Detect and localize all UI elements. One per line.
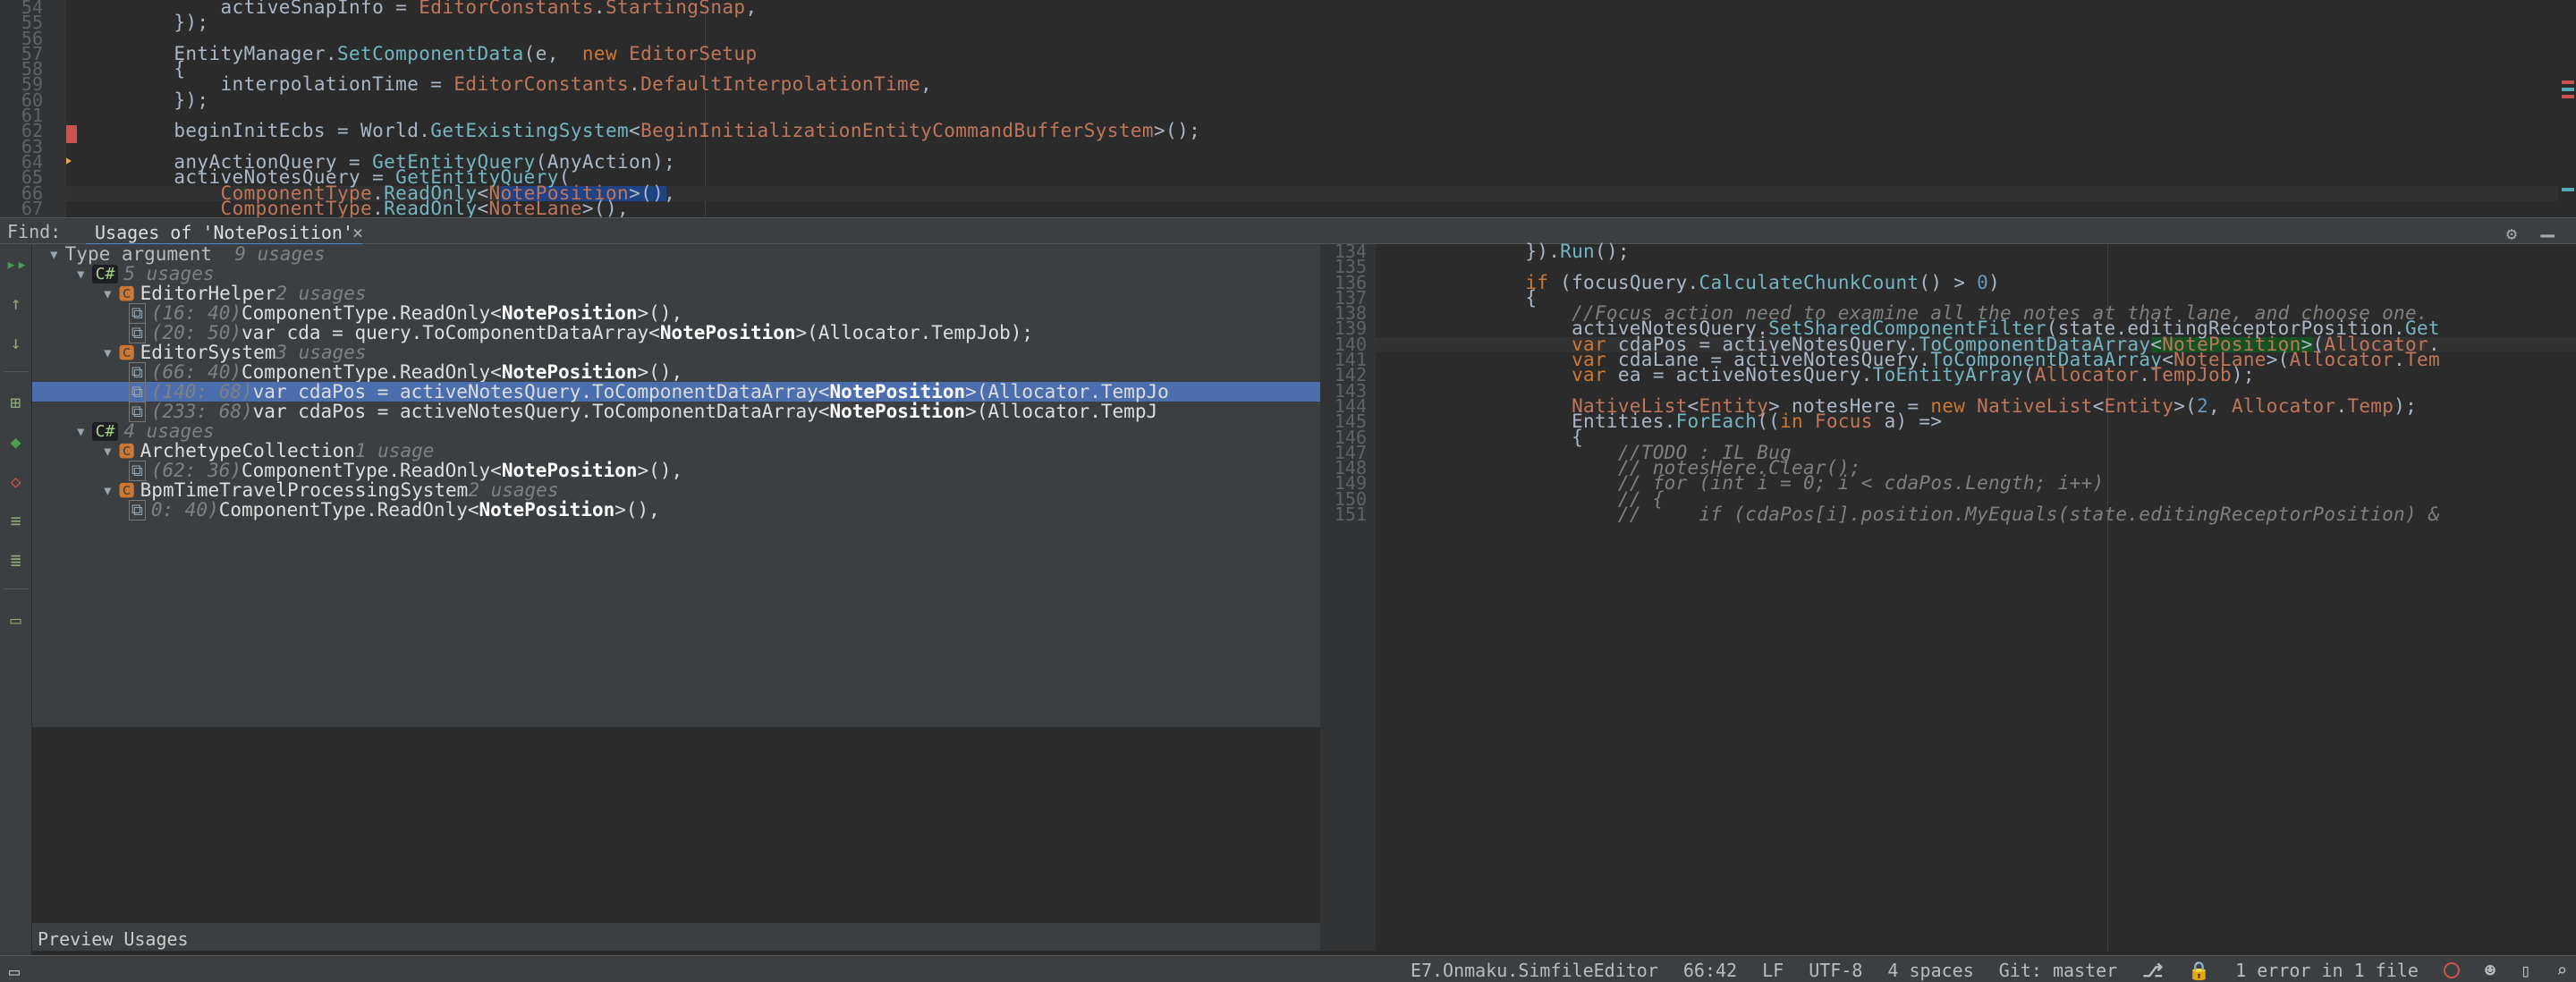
preview-bar: Preview Usages <box>32 922 1320 951</box>
expand-icon[interactable]: ≡ <box>6 510 26 529</box>
filter-icon[interactable]: ◆ <box>6 431 26 451</box>
line-gutter[interactable]: 5455565758596061626364656667 <box>0 0 66 217</box>
tree-usage[interactable]: ⧉ (20: 50) var cda = query.ToComponentDa… <box>32 323 1320 343</box>
tree-class[interactable]: ▾🅲BpmTimeTravelProcessingSystem 2 usages <box>32 480 1320 500</box>
status-eol[interactable]: LF <box>1762 960 1784 981</box>
error-stripe[interactable] <box>2558 0 2576 217</box>
tree-usage[interactable]: ⧉ (62: 36) ComponentType.ReadOnly<NotePo… <box>32 461 1320 480</box>
status-errors[interactable]: 1 error in 1 file <box>2235 960 2419 981</box>
status-indent[interactable]: 4 spaces <box>1887 960 1973 981</box>
pin-icon[interactable]: ◇ <box>6 470 26 490</box>
arrow-up-icon[interactable]: ↑ <box>6 292 26 312</box>
status-caret-pos[interactable]: 66:42 <box>1683 960 1737 981</box>
lock-icon[interactable]: 🔒 <box>2188 960 2210 981</box>
arrow-down-icon[interactable]: ↓ <box>6 332 26 351</box>
memory-icon[interactable]: ▯ <box>2521 960 2531 981</box>
tree-usage[interactable]: ⧉ (140: 68) var cdaPos = activeNotesQuer… <box>32 382 1320 402</box>
status-bar: ▭ E7.Onmaku.SimfileEditor 66:42 LF UTF-8… <box>0 955 2576 982</box>
tree-usage[interactable]: ⧉ (66: 40) ComponentType.ReadOnly<NotePo… <box>32 362 1320 382</box>
code-area[interactable]: }).Run(); if (focusQuery.CalculateChunkC… <box>1386 244 2576 951</box>
tree-namespace[interactable]: ▾C# 4 usages <box>32 421 1320 441</box>
usages-toolbar: ▸▸ ↑ ↓ ⊞ ◆ ◇ ≡ ≣ ▭ <box>0 244 32 956</box>
rerun-icon[interactable]: ▸▸ <box>6 253 26 273</box>
status-git[interactable]: Git: master <box>1999 960 2117 981</box>
tree-class[interactable]: ▾🅲EditorSystem 3 usages <box>32 343 1320 362</box>
collapse-icon[interactable]: ≣ <box>6 549 26 569</box>
tree-namespace[interactable]: ▾C# 5 usages <box>32 264 1320 284</box>
preview-icon[interactable]: ▭ <box>6 609 26 629</box>
find-tab[interactable]: Usages of 'NotePosition' <box>86 218 362 245</box>
search-icon[interactable]: ⌕ <box>2556 960 2567 981</box>
tree-class[interactable]: ▾🅲ArchetypeCollection 1 usage <box>32 441 1320 461</box>
find-tool-header: Find: Usages of 'NotePosition' × ⚙ — <box>0 217 2576 244</box>
vcs-icon[interactable]: ⎇ <box>2142 960 2163 981</box>
find-label: Find: <box>7 221 61 242</box>
window-icon[interactable]: ▭ <box>9 961 20 982</box>
error-icon[interactable] <box>2444 962 2460 978</box>
line-gutter[interactable]: 1341351361371381391401411421431441451461… <box>1320 244 1376 951</box>
main-editor[interactable]: 5455565758596061626364656667 activeSnapI… <box>0 0 2576 217</box>
separator <box>4 588 29 589</box>
close-icon[interactable]: × <box>352 222 363 243</box>
tree-usage[interactable]: ⧉ (233: 68) var cdaPos = activeNotesQuer… <box>32 402 1320 421</box>
hector-icon[interactable]: ☻ <box>2485 960 2496 981</box>
tree-class[interactable]: ▾🅲EditorHelper 2 usages <box>32 284 1320 303</box>
tree-usage[interactable]: ⧉ 0: 40) ComponentType.ReadOnly<NotePosi… <box>32 500 1320 520</box>
usages-tree[interactable]: ▾Type argument 9 usages▾C# 5 usages▾🅲Edi… <box>32 244 1320 727</box>
status-encoding[interactable]: UTF-8 <box>1809 960 1862 981</box>
status-path[interactable]: E7.Onmaku.SimfileEditor <box>1411 960 1658 981</box>
group-icon[interactable]: ⊞ <box>6 392 26 411</box>
find-tab-label: Usages of 'NotePosition' <box>95 222 353 243</box>
preview-title: Preview Usages <box>38 928 189 950</box>
code-area[interactable]: activeSnapInfo = EditorConstants.Startin… <box>80 0 2558 217</box>
separator <box>4 371 29 372</box>
preview-editor[interactable]: 1341351361371381391401411421431441451461… <box>1320 244 2576 951</box>
tree-usage[interactable]: ⧉ (16: 40) ComponentType.ReadOnly<NotePo… <box>32 303 1320 323</box>
tree-header[interactable]: ▾Type argument 9 usages <box>32 244 1320 264</box>
gear-icon[interactable]: ⚙ <box>2506 223 2517 244</box>
